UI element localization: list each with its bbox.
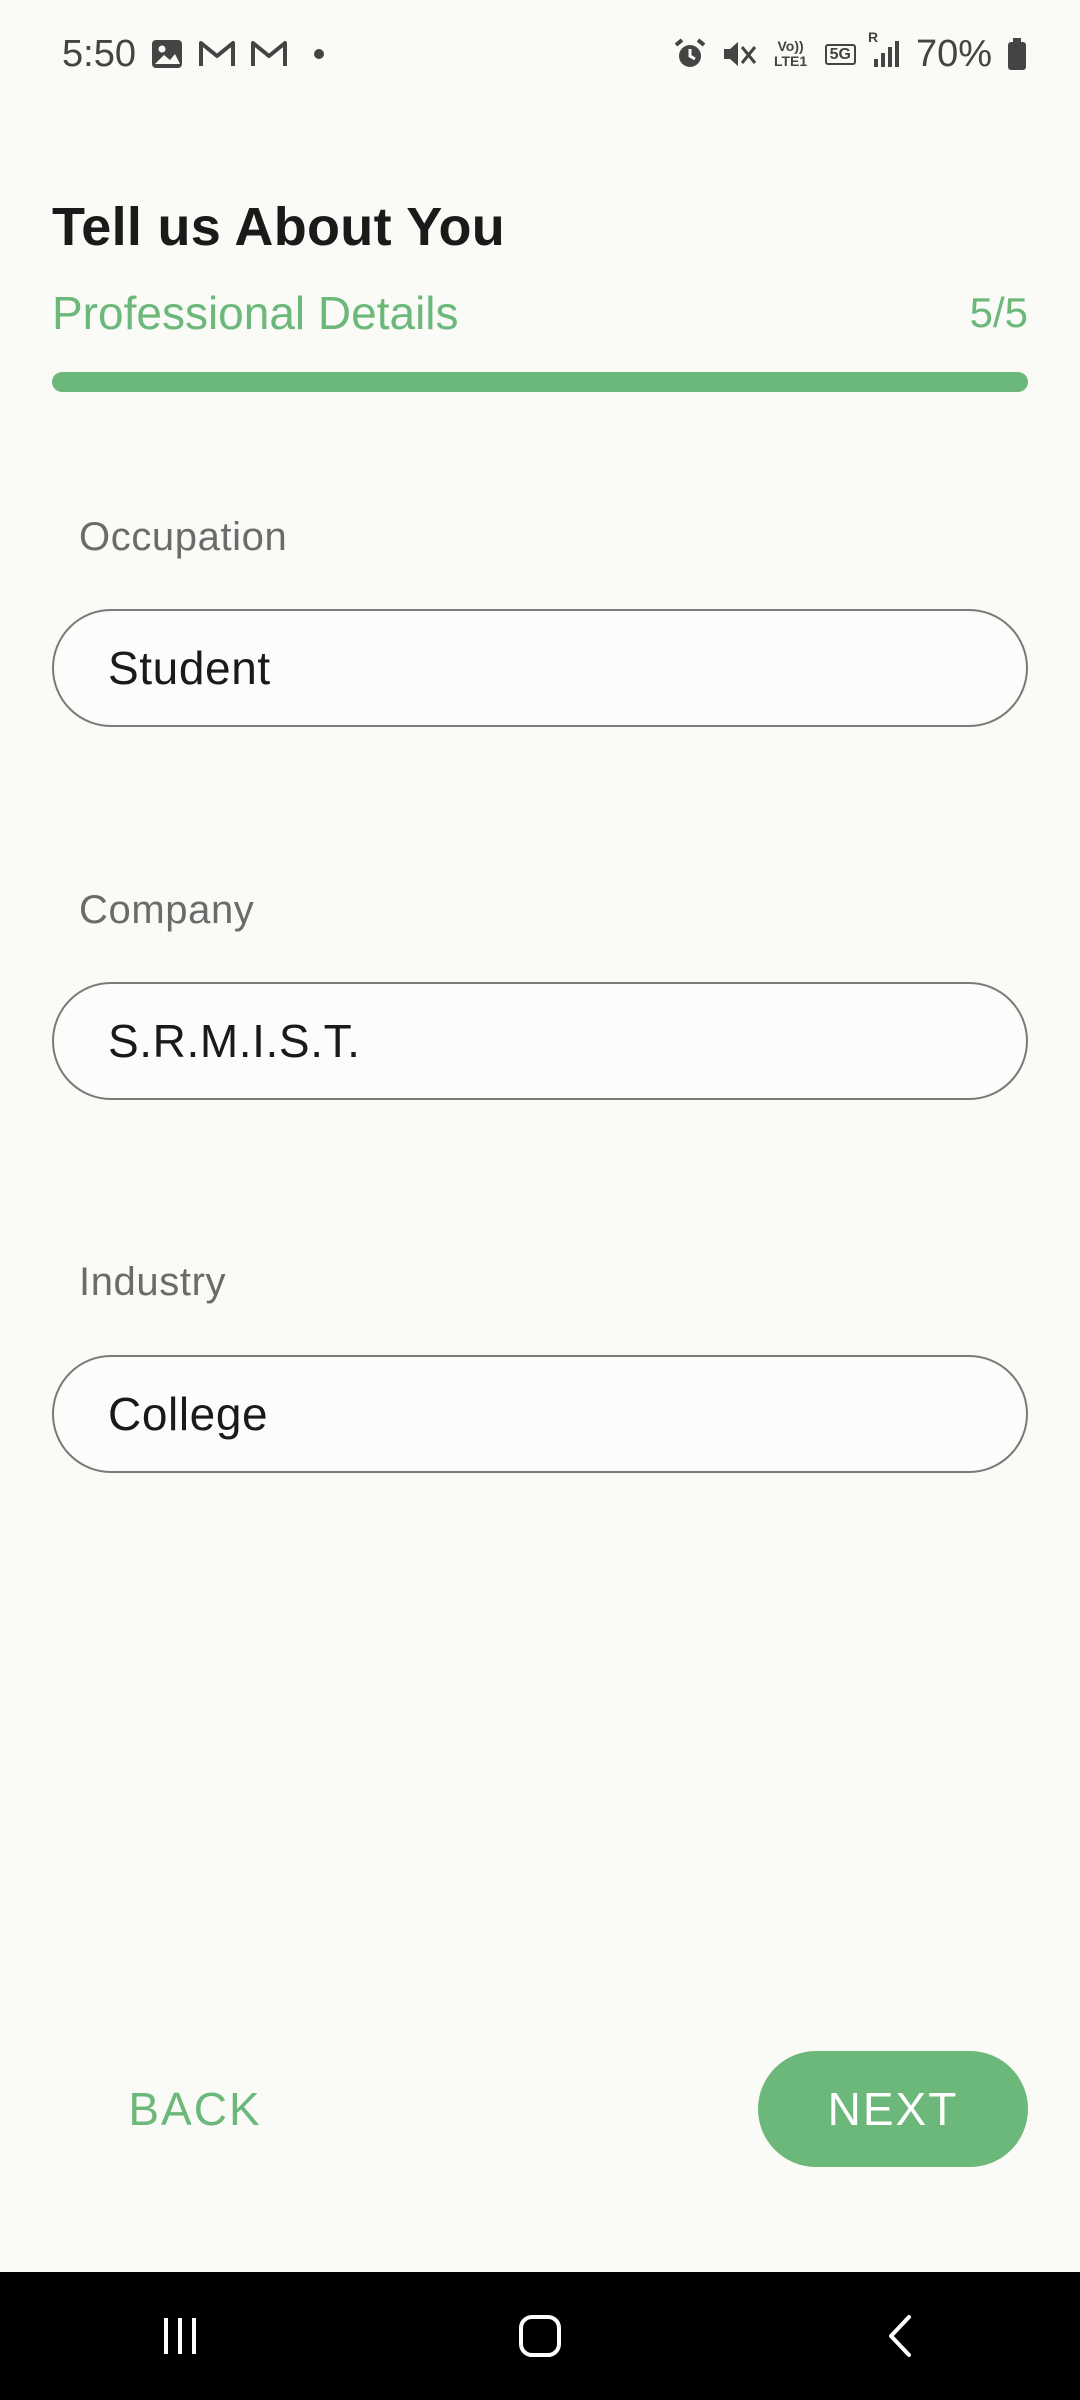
recents-icon[interactable] <box>120 2286 240 2386</box>
signal-icon: R <box>868 29 902 69</box>
back-icon[interactable] <box>840 2286 960 2386</box>
back-button[interactable]: BACK <box>100 2050 290 2168</box>
roaming-text: R <box>867 29 879 45</box>
industry-field[interactable] <box>52 1355 1028 1473</box>
system-nav-bar <box>0 2272 1080 2400</box>
occupation-field[interactable] <box>52 609 1028 727</box>
section-subtitle: Professional Details <box>52 287 459 339</box>
gmail-icon <box>198 39 236 69</box>
industry-label: Industry <box>79 1260 227 1304</box>
home-icon[interactable] <box>480 2286 600 2386</box>
battery-percent: 70% <box>915 32 992 75</box>
status-bar-right: Vo)) LTE1 5G R 70% <box>673 29 1028 76</box>
step-counter: 5/5 <box>969 289 1028 336</box>
volte-icon: Vo)) LTE1 <box>771 39 811 69</box>
progress-bar-fill <box>52 372 1028 392</box>
industry-input[interactable] <box>106 1386 970 1442</box>
page-title: Tell us About You <box>52 197 506 257</box>
status-bar: 5:50 Vo)) LTE1 5G R 70% <box>0 0 1080 108</box>
next-button[interactable]: NEXT <box>758 2051 1028 2167</box>
dot-icon <box>313 49 324 59</box>
screen: 5:50 Vo)) LTE1 5G R 70% Tell us About Yo… <box>0 0 1080 2400</box>
image-icon <box>150 37 184 71</box>
occupation-input[interactable] <box>106 640 970 696</box>
battery-icon <box>1006 37 1028 71</box>
5g-icon: 5G <box>824 43 856 65</box>
company-field[interactable] <box>52 982 1028 1100</box>
progress-bar <box>52 372 1028 392</box>
occupation-label: Occupation <box>79 515 288 559</box>
network-text: 5G <box>829 45 851 63</box>
company-input[interactable] <box>106 1013 970 1069</box>
company-label: Company <box>79 888 255 932</box>
status-bar-left: 5:50 <box>62 33 324 76</box>
volte-text: Vo)) LTE1 <box>773 38 808 69</box>
section-header: Professional Details 5/5 <box>52 286 1028 340</box>
mute-icon <box>721 37 757 71</box>
gmail-icon <box>250 39 288 69</box>
alarm-icon <box>673 37 707 71</box>
status-time: 5:50 <box>62 32 136 75</box>
